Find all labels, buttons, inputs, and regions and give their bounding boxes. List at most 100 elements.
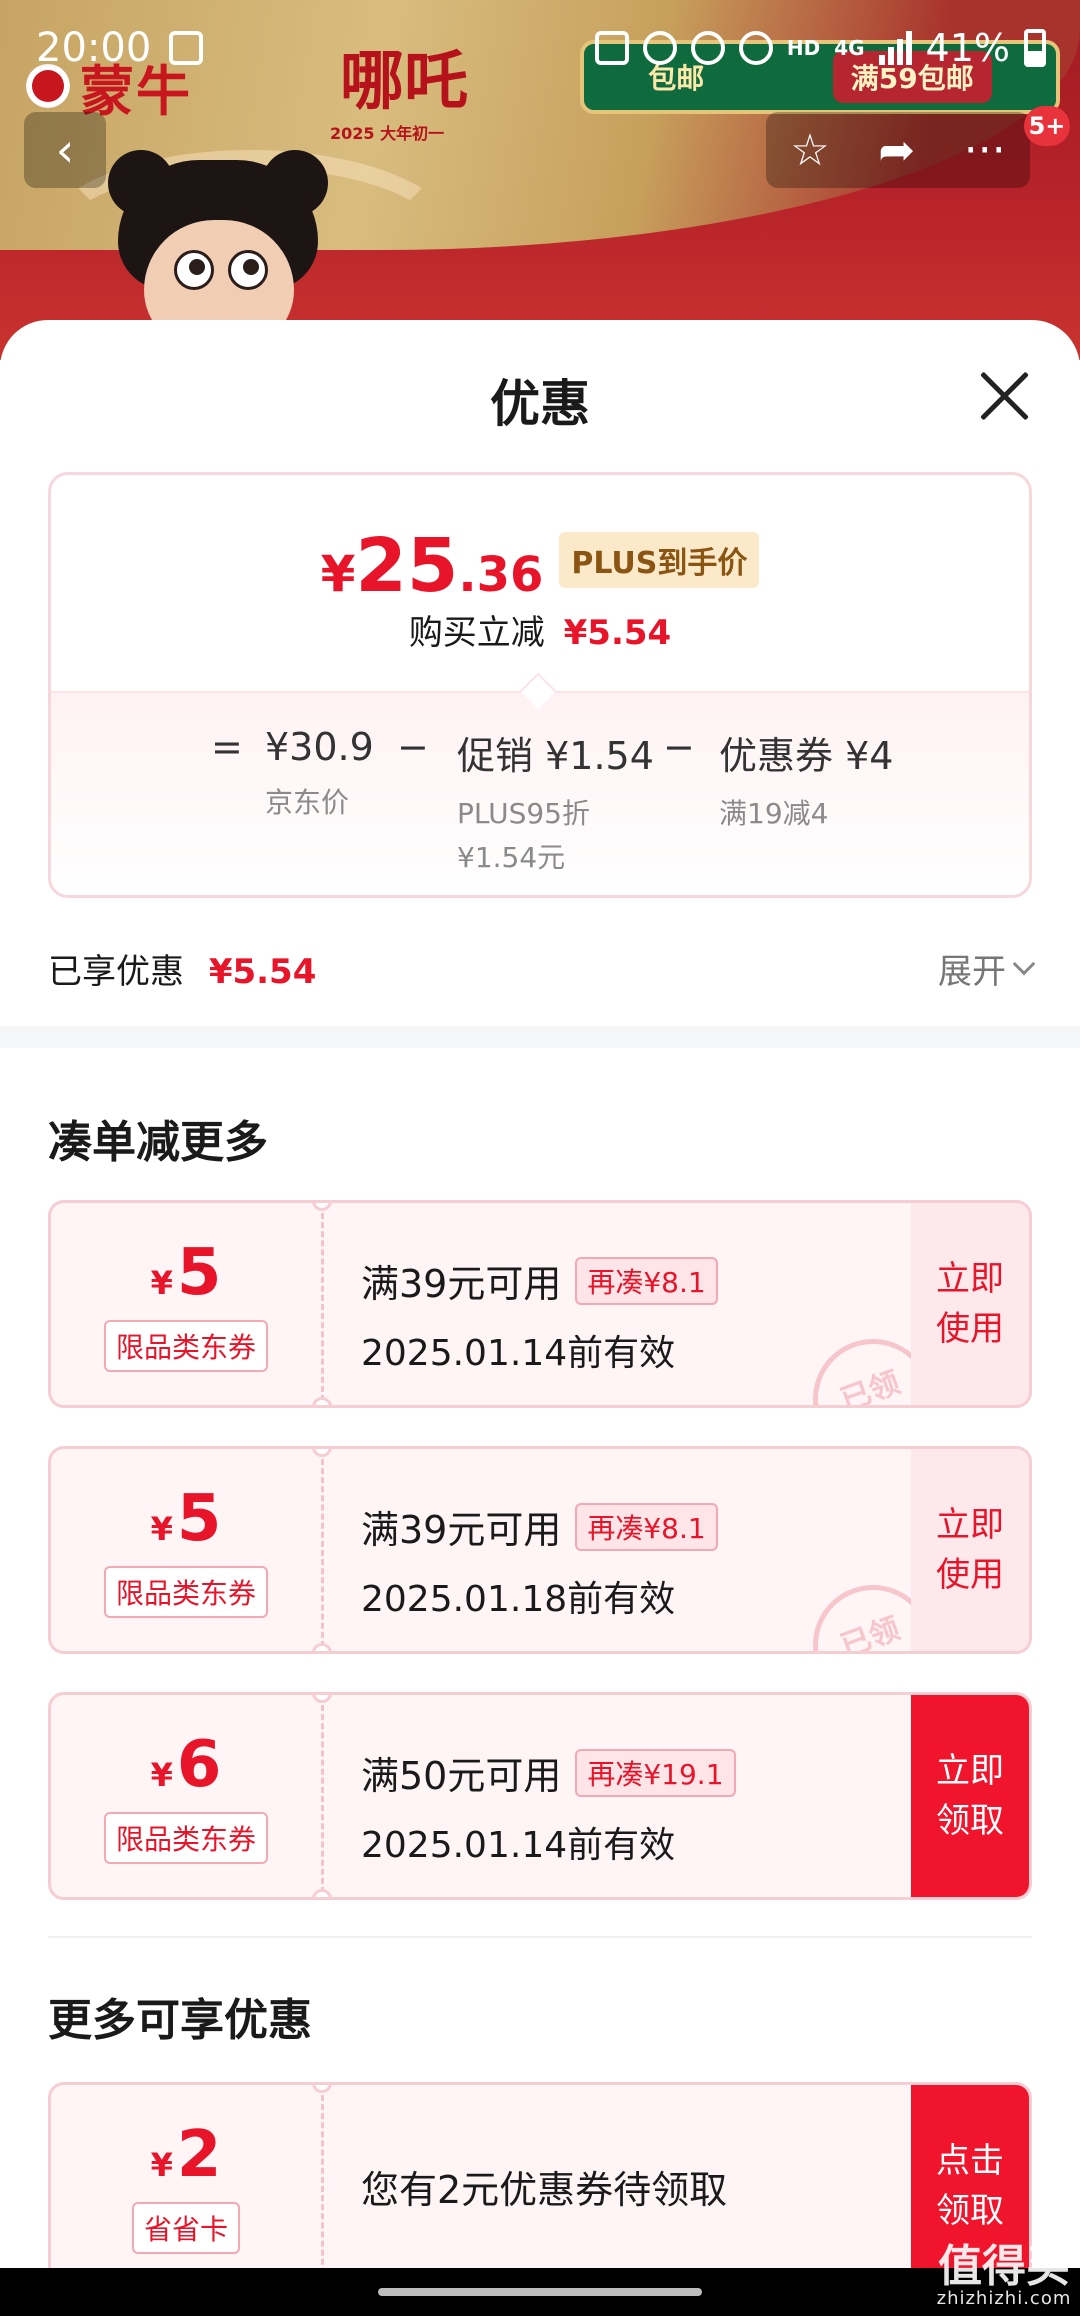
coupon-details: 满50元可用 再凑¥19.1 2025.01.14前有效 bbox=[361, 1745, 921, 1868]
wifi-icon bbox=[738, 31, 773, 65]
use-coupon-button[interactable]: 立即 使用 bbox=[911, 1203, 1029, 1405]
coupon-card: ¥ 5 限品类东券 满39元可用 再凑¥8.1 2025.01.14前有效 已领… bbox=[48, 1200, 1032, 1408]
price-summary: ¥ 25 .36 PLUS到手价 购买立减 ¥5.54 bbox=[51, 475, 1029, 691]
favorite-icon[interactable]: ☆ bbox=[790, 125, 829, 176]
message-badge: 5+ bbox=[1024, 106, 1070, 146]
price-currency: ¥ bbox=[320, 545, 356, 603]
final-price: ¥ 25 .36 PLUS到手价 bbox=[51, 523, 1029, 609]
battery-icon bbox=[1024, 29, 1046, 67]
home-indicator[interactable] bbox=[378, 2288, 702, 2296]
promo-value: ¥1.54 bbox=[545, 734, 654, 778]
coupon-expiry: 2025.01.14前有效 bbox=[361, 1825, 676, 1866]
card-amount-block: ¥ 2 省省卡 bbox=[51, 2085, 321, 2287]
promo-sub-amount: ¥1.54元 bbox=[457, 841, 566, 874]
coupon-notch bbox=[312, 1643, 332, 1651]
coupon-currency: ¥ bbox=[150, 1756, 173, 1794]
jd-price-value: ¥30.9 bbox=[265, 725, 374, 769]
jd-price-block: ¥30.9 京东价 bbox=[265, 725, 374, 825]
sheet-title: 优惠 bbox=[490, 375, 590, 433]
coupon-notch bbox=[312, 1889, 332, 1897]
section-title-more: 凑单减更多 bbox=[48, 1117, 268, 1168]
character-eye-left bbox=[174, 250, 214, 290]
price-decimal: .36 bbox=[458, 547, 544, 603]
coupon-separator bbox=[321, 1459, 324, 1647]
claim-coupon-button[interactable]: 立即 领取 bbox=[911, 1695, 1029, 1897]
coupon-condition: 满50元可用 bbox=[361, 1754, 562, 1798]
section-divider bbox=[0, 1026, 1080, 1048]
plus-price-tag: PLUS到手价 bbox=[559, 532, 760, 588]
coupon-currency: ¥ bbox=[150, 1264, 173, 1302]
price-integer: 25 bbox=[355, 523, 459, 609]
action-line: 使用 bbox=[936, 1309, 1004, 1349]
action-line: 立即 bbox=[936, 1751, 1004, 1791]
coupon-condition: 满39元可用 bbox=[361, 1262, 562, 1306]
price-breakdown-card: ¥ 25 .36 PLUS到手价 购买立减 ¥5.54 = ¥30.9 京东价 … bbox=[48, 472, 1032, 898]
coupon-type-tag: 限品类东券 bbox=[103, 1812, 268, 1864]
action-line: 领取 bbox=[936, 1801, 1004, 1841]
coupon-separator bbox=[321, 1705, 324, 1893]
coupon-type-tag: 限品类东券 bbox=[103, 1320, 268, 1372]
expand-button[interactable]: 展开 bbox=[938, 944, 1036, 993]
coupon-notch bbox=[312, 1397, 332, 1405]
coupon-amount-block: ¥ 6 限品类东券 bbox=[51, 1695, 321, 1897]
back-button[interactable]: ‹ bbox=[24, 112, 106, 188]
card-text: 您有2元优惠券待领取 bbox=[361, 2168, 728, 2212]
share-icon[interactable]: ➦ bbox=[878, 125, 915, 176]
jd-price-label: 京东价 bbox=[265, 786, 350, 819]
purchase-discount-label: 购买立减 bbox=[408, 613, 545, 653]
expand-label: 展开 bbox=[938, 951, 1006, 992]
alarm-icon bbox=[642, 31, 677, 65]
card-details: 您有2元优惠券待领取 bbox=[361, 2159, 921, 2214]
coupon-amount: 5 bbox=[176, 1482, 222, 1556]
discount-sheet: 优惠 ¥ 25 .36 PLUS到手价 购买立减 ¥5.54 = ¥30.9 京… bbox=[0, 320, 1080, 2316]
movie-date: 2025 大年初一 bbox=[330, 124, 445, 143]
purchase-discount: 购买立减 ¥5.54 bbox=[51, 605, 1029, 654]
coupon-more-needed: 再凑¥8.1 bbox=[575, 1502, 718, 1551]
mute-icon bbox=[690, 31, 725, 65]
watermark-sub: zhizhizhi.com bbox=[936, 2288, 1072, 2309]
use-coupon-button[interactable]: 立即 使用 bbox=[911, 1449, 1029, 1651]
card-separator bbox=[321, 2095, 324, 2283]
watermark: 值得买 zhizhizhi.com bbox=[928, 2230, 1080, 2316]
status-bar: 20:00 HD 4G 41% bbox=[0, 0, 1080, 96]
hd-label: HD bbox=[786, 36, 821, 60]
notification-icon bbox=[594, 31, 629, 65]
coupon-separator bbox=[321, 1213, 324, 1401]
coupon-block: 优惠券 ¥4 满19减4 bbox=[719, 725, 893, 836]
purchase-discount-value: ¥5.54 bbox=[563, 613, 672, 653]
card-type-tag: 省省卡 bbox=[131, 2202, 240, 2254]
coupon-amount: 5 bbox=[176, 1236, 222, 1310]
character-eye-right bbox=[228, 250, 268, 290]
coupon-condition: 满39元可用 bbox=[361, 1508, 562, 1552]
coupon-type-tag: 限品类东券 bbox=[103, 1566, 268, 1618]
card-currency: ¥ bbox=[150, 2146, 173, 2184]
coupon-label: 优惠券 bbox=[719, 734, 834, 778]
saving-card: ¥ 2 省省卡 您有2元优惠券待领取 点击 领取 bbox=[48, 2082, 1032, 2290]
coupon-amount: 6 bbox=[176, 1728, 222, 1802]
promo-label: 促销 bbox=[457, 734, 534, 778]
coupon-more-needed: 再凑¥8.1 bbox=[575, 1256, 718, 1305]
minus-sign: − bbox=[663, 725, 695, 769]
enjoyed-label: 已享优惠 bbox=[48, 951, 184, 992]
promo-sub-discount: PLUS95折 bbox=[457, 797, 590, 830]
action-line: 使用 bbox=[936, 1555, 1004, 1595]
enjoyed-value: ¥5.54 bbox=[208, 951, 317, 992]
coupon-card: ¥ 5 限品类东券 满39元可用 再凑¥8.1 2025.01.18前有效 已领… bbox=[48, 1446, 1032, 1654]
coupon-card: ¥ 6 限品类东券 满50元可用 再凑¥19.1 2025.01.14前有效 立… bbox=[48, 1692, 1032, 1900]
more-icon[interactable]: ··· bbox=[964, 125, 1006, 176]
enjoyed-discount-row: 已享优惠 ¥5.54 展开 bbox=[48, 938, 1036, 998]
coupon-amount-block: ¥ 5 限品类东券 bbox=[51, 1449, 321, 1651]
battery-percent: 41% bbox=[925, 26, 1010, 70]
promo-block: 促销 ¥1.54 PLUS95折 ¥1.54元 bbox=[457, 725, 654, 880]
nav-actions: ☆ ➦ ··· bbox=[766, 112, 1030, 188]
minus-sign: − bbox=[397, 725, 429, 769]
section-divider-line bbox=[48, 1936, 1032, 1938]
chevron-down-icon bbox=[1012, 952, 1036, 976]
network-label: 4G bbox=[834, 36, 865, 60]
action-line: 立即 bbox=[936, 1259, 1004, 1299]
watermark-main: 值得买 bbox=[938, 2241, 1070, 2292]
action-line: 领取 bbox=[936, 2191, 1004, 2231]
close-icon[interactable] bbox=[976, 368, 1032, 424]
action-line: 点击 bbox=[936, 2141, 1004, 2181]
signal-icon bbox=[878, 31, 912, 65]
